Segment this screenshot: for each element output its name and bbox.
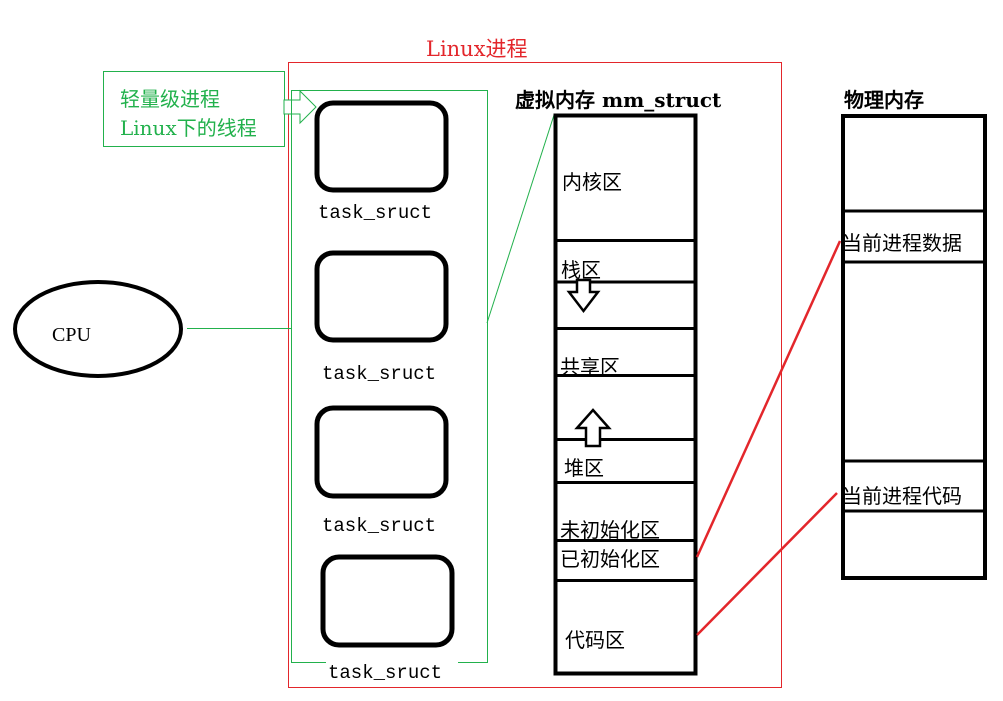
physical-block-process-data: 当前进程数据 — [842, 231, 962, 255]
task-struct-box-3 — [314, 405, 449, 499]
physical-block-process-code: 当前进程代码 — [842, 484, 962, 508]
physical-memory-header: 物理内存 — [844, 88, 924, 112]
cpu-label: CPU — [52, 324, 91, 346]
thread-note-line2: Linux下的线程 — [120, 116, 257, 140]
thread-note-line1: 轻量级进程 — [120, 87, 220, 111]
segment-heap: 堆区 — [564, 456, 604, 480]
stack-grow-down-arrow-icon — [566, 278, 601, 314]
task-struct-label-4: task_sruct — [328, 662, 443, 684]
mapping-line-code — [696, 492, 838, 636]
virtual-memory-header: 虚拟内存 mm_struct — [515, 88, 722, 112]
task-struct-label-3: task_sruct — [322, 515, 437, 537]
segment-shared: 共享区 — [560, 355, 620, 379]
task-struct-label-1: task_sruct — [318, 202, 433, 224]
segment-stack: 栈区 — [561, 258, 601, 282]
task-struct-box-2 — [314, 250, 449, 343]
task-struct-box-1 — [314, 100, 449, 193]
task-struct-label-2: task_sruct — [322, 363, 437, 385]
cpu-node — [13, 280, 183, 378]
segment-code: 代码区 — [565, 628, 625, 652]
process-title: Linux进程 — [426, 37, 528, 61]
segment-bss: 未初始化区 — [560, 518, 660, 542]
mm-struct-connector-line — [486, 114, 555, 324]
segment-data: 已初始化区 — [560, 547, 660, 571]
mapping-line-data — [695, 240, 842, 558]
task-struct-box-4 — [320, 554, 455, 648]
segment-kernel: 内核区 — [562, 170, 622, 194]
virtual-memory-column — [553, 113, 698, 676]
